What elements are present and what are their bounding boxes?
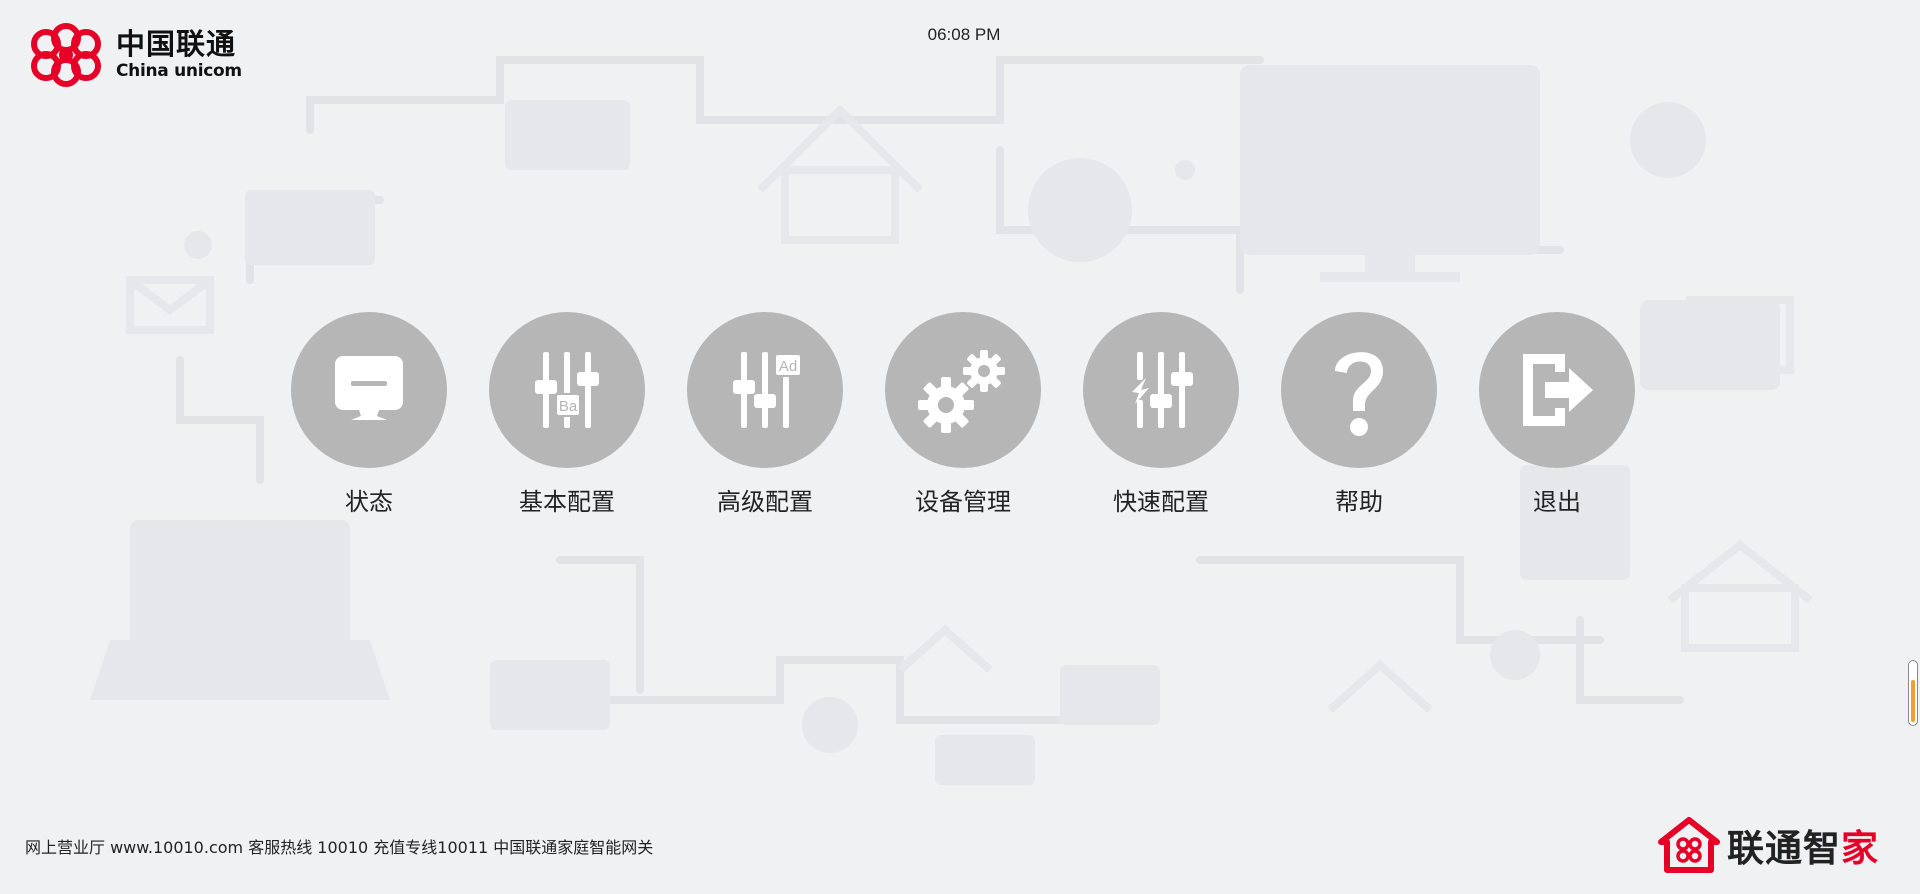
smart-home-icon: [1658, 817, 1720, 873]
status-button[interactable]: [291, 312, 447, 468]
scrollbar-fill: [1911, 680, 1915, 722]
unicom-knot-icon: [31, 23, 101, 87]
question-icon: [1335, 352, 1383, 436]
menu-item-quick-config[interactable]: 快速配置: [1062, 312, 1260, 517]
main-menu: 状态 Ba 基本配置 Ad 高级配置 设备管理 快速配置 帮助 退出: [270, 312, 1656, 517]
sliders-quick-icon: [1132, 352, 1193, 428]
menu-label-status[interactable]: 状态: [345, 482, 393, 517]
gears-icon: [918, 350, 1005, 433]
logo-chinese-text: 中国联通: [116, 27, 237, 61]
badge-ba-text: Ba: [559, 398, 578, 415]
menu-item-exit[interactable]: 退出: [1458, 312, 1656, 517]
scrollbar-thumb[interactable]: [1908, 660, 1918, 726]
menu-label-exit[interactable]: 退出: [1533, 482, 1581, 517]
quick-config-button[interactable]: [1083, 312, 1239, 468]
menu-label-quick-config[interactable]: 快速配置: [1113, 482, 1209, 517]
exit-icon: [1523, 354, 1593, 426]
basic-config-button[interactable]: Ba: [489, 312, 645, 468]
monitor-icon: [335, 356, 403, 420]
badge-ad-text: Ad: [779, 358, 797, 375]
menu-label-advanced-config[interactable]: 高级配置: [717, 482, 813, 517]
advanced-config-button[interactable]: Ad: [687, 312, 843, 468]
help-button[interactable]: [1281, 312, 1437, 468]
footer-info: 网上营业厅 www.10010.com 客服热线 10010 充值专线10011…: [25, 838, 654, 857]
sliders-advanced-icon: Ad: [733, 352, 802, 428]
unicom-smart-home-logo: 联通智家: [1657, 816, 1879, 874]
menu-item-basic-config[interactable]: Ba 基本配置: [468, 312, 666, 517]
menu-item-status[interactable]: 状态: [270, 312, 468, 517]
menu-item-help[interactable]: 帮助: [1260, 312, 1458, 517]
menu-item-device-management[interactable]: 设备管理: [864, 312, 1062, 517]
menu-label-help[interactable]: 帮助: [1335, 482, 1383, 517]
clock: 06:08 PM: [927, 25, 1001, 44]
menu-item-advanced-config[interactable]: Ad 高级配置: [666, 312, 864, 517]
logo-english-text: China unicom: [116, 61, 242, 81]
menu-label-basic-config[interactable]: 基本配置: [519, 482, 615, 517]
router-home-page: 中国联通 China unicom 06:08 PM 状态 Ba 基本配置 Ad…: [0, 0, 1920, 894]
sliders-basic-icon: Ba: [535, 352, 599, 428]
china-unicom-logo: 中国联通 China unicom: [24, 22, 242, 88]
exit-button[interactable]: [1479, 312, 1635, 468]
smart-home-text: 联通智家: [1727, 818, 1879, 872]
brand-text-main: 联通智: [1727, 827, 1841, 870]
brand-text-accent: 家: [1841, 827, 1879, 870]
menu-label-device-management[interactable]: 设备管理: [915, 482, 1011, 517]
device-management-button[interactable]: [885, 312, 1041, 468]
